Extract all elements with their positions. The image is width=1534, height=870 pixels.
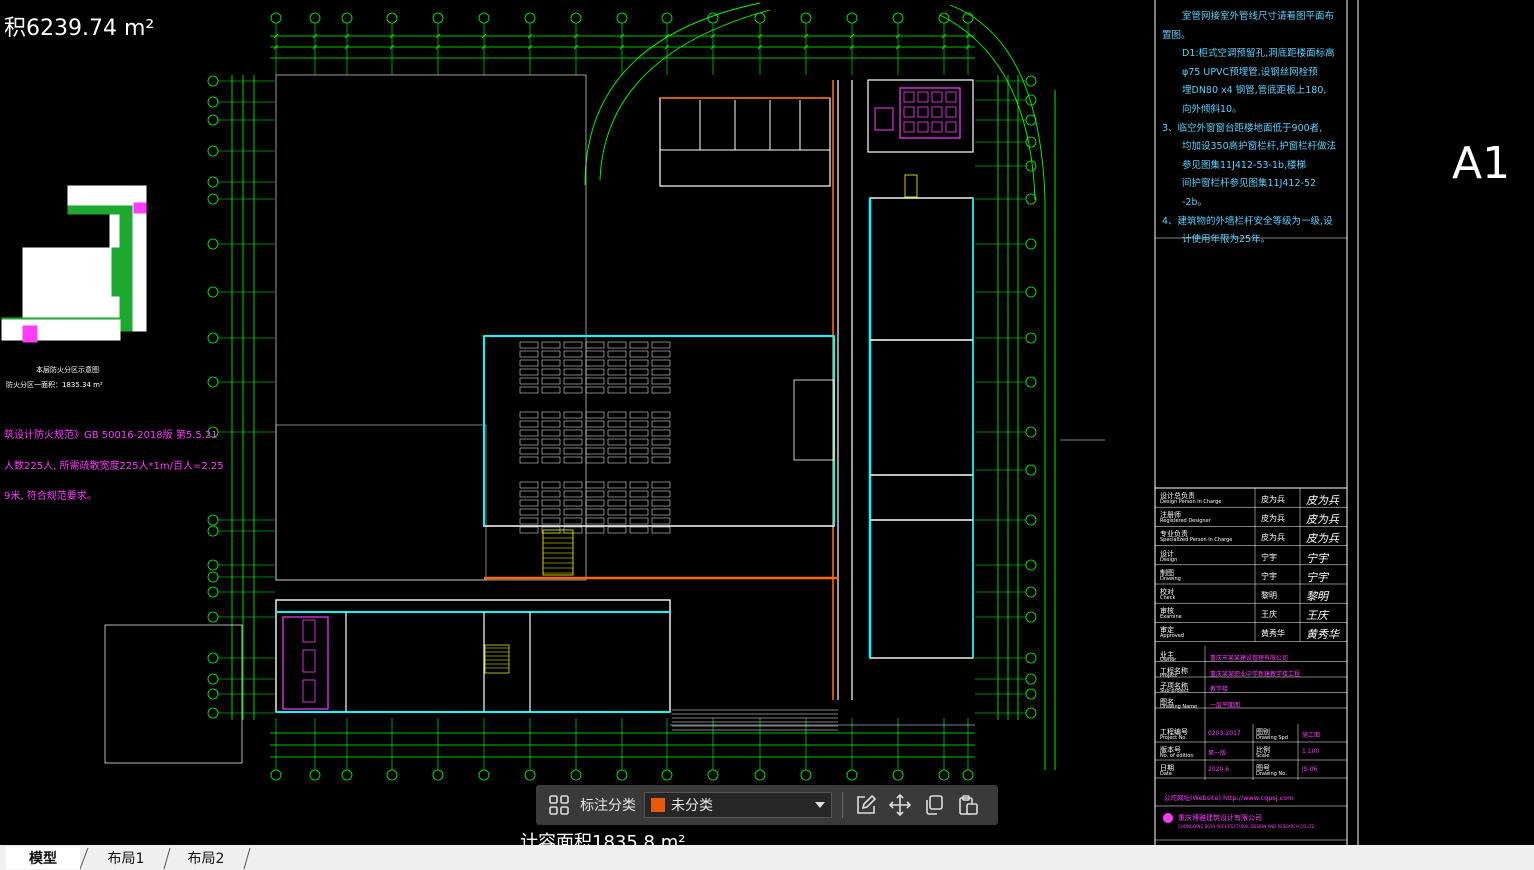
chevron-down-icon	[815, 802, 825, 808]
tab-layout-2[interactable]: 布局2	[168, 847, 244, 869]
title-role-signature: 皮为兵	[1306, 494, 1339, 507]
title-field-label-en: Drawing Name	[1160, 703, 1198, 710]
title-field-value: 教学楼	[1210, 686, 1229, 693]
general-note-line: 均加设350高护窗栏杆,护窗栏杆做法	[1182, 141, 1337, 153]
title-role-name: 黎明	[1261, 591, 1277, 600]
title-role-signature: 皮为兵	[1306, 513, 1339, 527]
title-meta-label-2-en: Drawing No.	[1256, 771, 1287, 777]
title-role-signature: 宁宇	[1306, 551, 1328, 565]
category-color-swatch	[651, 798, 665, 812]
title-role-name: 皮为兵	[1261, 514, 1285, 524]
title-role-label-en: Design	[1160, 556, 1178, 563]
title-role-signature: 皮为兵	[1306, 532, 1339, 546]
title-meta-label-en: Project No.	[1160, 735, 1187, 741]
sheet-size-label: A1	[1452, 138, 1511, 189]
title-role-name: 皮为兵	[1261, 495, 1285, 504]
title-website: 公司网址(Website):http://www.cqpsj.com	[1164, 794, 1294, 802]
general-note-line: 参见图集11J412-53-1b,楼梯	[1182, 159, 1307, 171]
title-field-label-en: Owner	[1160, 657, 1177, 663]
general-note-line: 向外倾斜10。	[1182, 104, 1242, 115]
grid-icon[interactable]	[542, 788, 576, 822]
category-select-value: 未分类	[671, 798, 713, 814]
title-role-name: 皮为兵	[1261, 533, 1285, 543]
fire-note-line-3: 9米, 符合规范要求。	[4, 491, 97, 502]
general-note-line: 计使用年限为25年。	[1182, 234, 1271, 246]
title-company-en: CHONGQING BOYA ARCHITECTURAL DESIGN AND …	[1178, 824, 1315, 829]
title-role-signature: 宁宇	[1306, 570, 1328, 584]
title-meta-value-2: 1:100	[1302, 748, 1320, 755]
title-meta-value: 第一版	[1208, 750, 1227, 757]
title-company: 重庆博雅建筑设计有限公司	[1178, 814, 1262, 822]
cad-drawing-canvas[interactable]: 积6239.74 m² 计容面积1835.8 m² A1 本层防火分区示意图 防…	[0, 0, 1534, 845]
title-role-name: 宁宇	[1261, 552, 1277, 562]
general-note-line: 3、临空外窗窗台距楼地面低于900者,	[1162, 122, 1323, 134]
title-role-signature: 黄秀华	[1306, 628, 1339, 642]
title-role-name: 宁宇	[1261, 571, 1277, 581]
general-note-line: 埋DN80 x4 钢管,管底距板上180,	[1182, 85, 1327, 97]
key-plan-caption: 本层防火分区示意图	[36, 366, 99, 374]
title-role-label-en: Examine	[1160, 614, 1182, 621]
area-label-bottom: 计容面积1835.8 m²	[520, 832, 686, 845]
key-plan-area: 防火分区一面积：1835.34 m²	[6, 381, 103, 389]
title-meta-value-2: JS-06	[1302, 766, 1318, 773]
title-role-label-en: Registered Designer	[1160, 518, 1211, 525]
title-meta-label-en: No. of edition	[1160, 753, 1194, 759]
paste-icon[interactable]	[951, 788, 985, 822]
annotation-toolbar: 标注分类 未分类	[536, 785, 998, 825]
move-icon[interactable]	[883, 788, 917, 822]
title-role-label-en: Drawing	[1160, 575, 1181, 582]
general-note-line: 置图。	[1162, 29, 1191, 41]
title-role-label-en: Specialized Person in Charge	[1160, 537, 1233, 544]
fire-note-line-1: 筑设计防火规范》GB 50016-2018版 第5.5.21	[4, 430, 218, 441]
title-meta-value: 0203-2017	[1208, 730, 1241, 737]
title-meta-label-2-en: Scale	[1256, 753, 1270, 759]
title-field-label-en: Sub-project	[1160, 688, 1189, 694]
title-meta-value: 2020.6	[1208, 766, 1229, 773]
category-select[interactable]: 未分类	[644, 792, 832, 818]
title-field-value: 一层平面图	[1210, 701, 1241, 709]
title-field-label-en: Project	[1160, 672, 1178, 679]
title-role-label-en: Check	[1160, 595, 1176, 601]
title-role-label-en: Design Person in Charge	[1160, 499, 1222, 505]
tab-layout-1[interactable]: 布局1	[88, 847, 164, 869]
title-meta-label-2-en: Drawing Spd	[1256, 735, 1288, 741]
general-note-line: φ75 UPVC预埋管,设钢丝网栓预	[1182, 66, 1318, 78]
fire-note-line-2: 人数225人, 所需疏散宽度225人*1m/百人=2.25	[4, 461, 224, 472]
area-label-top: 积6239.74 m²	[4, 16, 155, 41]
copy-icon[interactable]	[917, 788, 951, 822]
annotation-category-label: 标注分类	[580, 798, 636, 814]
toolbar-divider	[842, 792, 843, 818]
title-role-signature: 王庆	[1306, 609, 1328, 623]
general-note-line: 4、建筑物的外墙栏杆安全等级为一级,设	[1162, 215, 1333, 227]
title-role-name: 王庆	[1261, 610, 1277, 620]
general-note-line: D1:柜式空调预留孔,洞底距楼面标高	[1182, 48, 1335, 60]
title-role-signature: 黎明	[1306, 590, 1328, 603]
general-note-line: 室管网接室外管线尺寸请看图平面布	[1182, 11, 1335, 22]
title-meta-value-2: 施工图	[1302, 732, 1321, 739]
edit-icon[interactable]	[849, 788, 883, 822]
general-note-line: 间护窗栏杆参见图集11J412-52	[1182, 178, 1317, 190]
title-field-value: 重庆市某某建设管理有限公司	[1210, 655, 1289, 662]
title-meta-label-en: Date	[1160, 771, 1172, 777]
general-note-line: -2b。	[1182, 197, 1208, 208]
tab-model[interactable]: 模型	[6, 847, 80, 869]
title-role-label-en: Approved	[1160, 633, 1184, 640]
title-field-value: 重庆某某职业中学新建教学楼工程	[1210, 670, 1301, 678]
layout-tab-bar: 模型 布局1 布局2	[0, 845, 1534, 870]
title-role-name: 黄秀华	[1261, 629, 1285, 639]
